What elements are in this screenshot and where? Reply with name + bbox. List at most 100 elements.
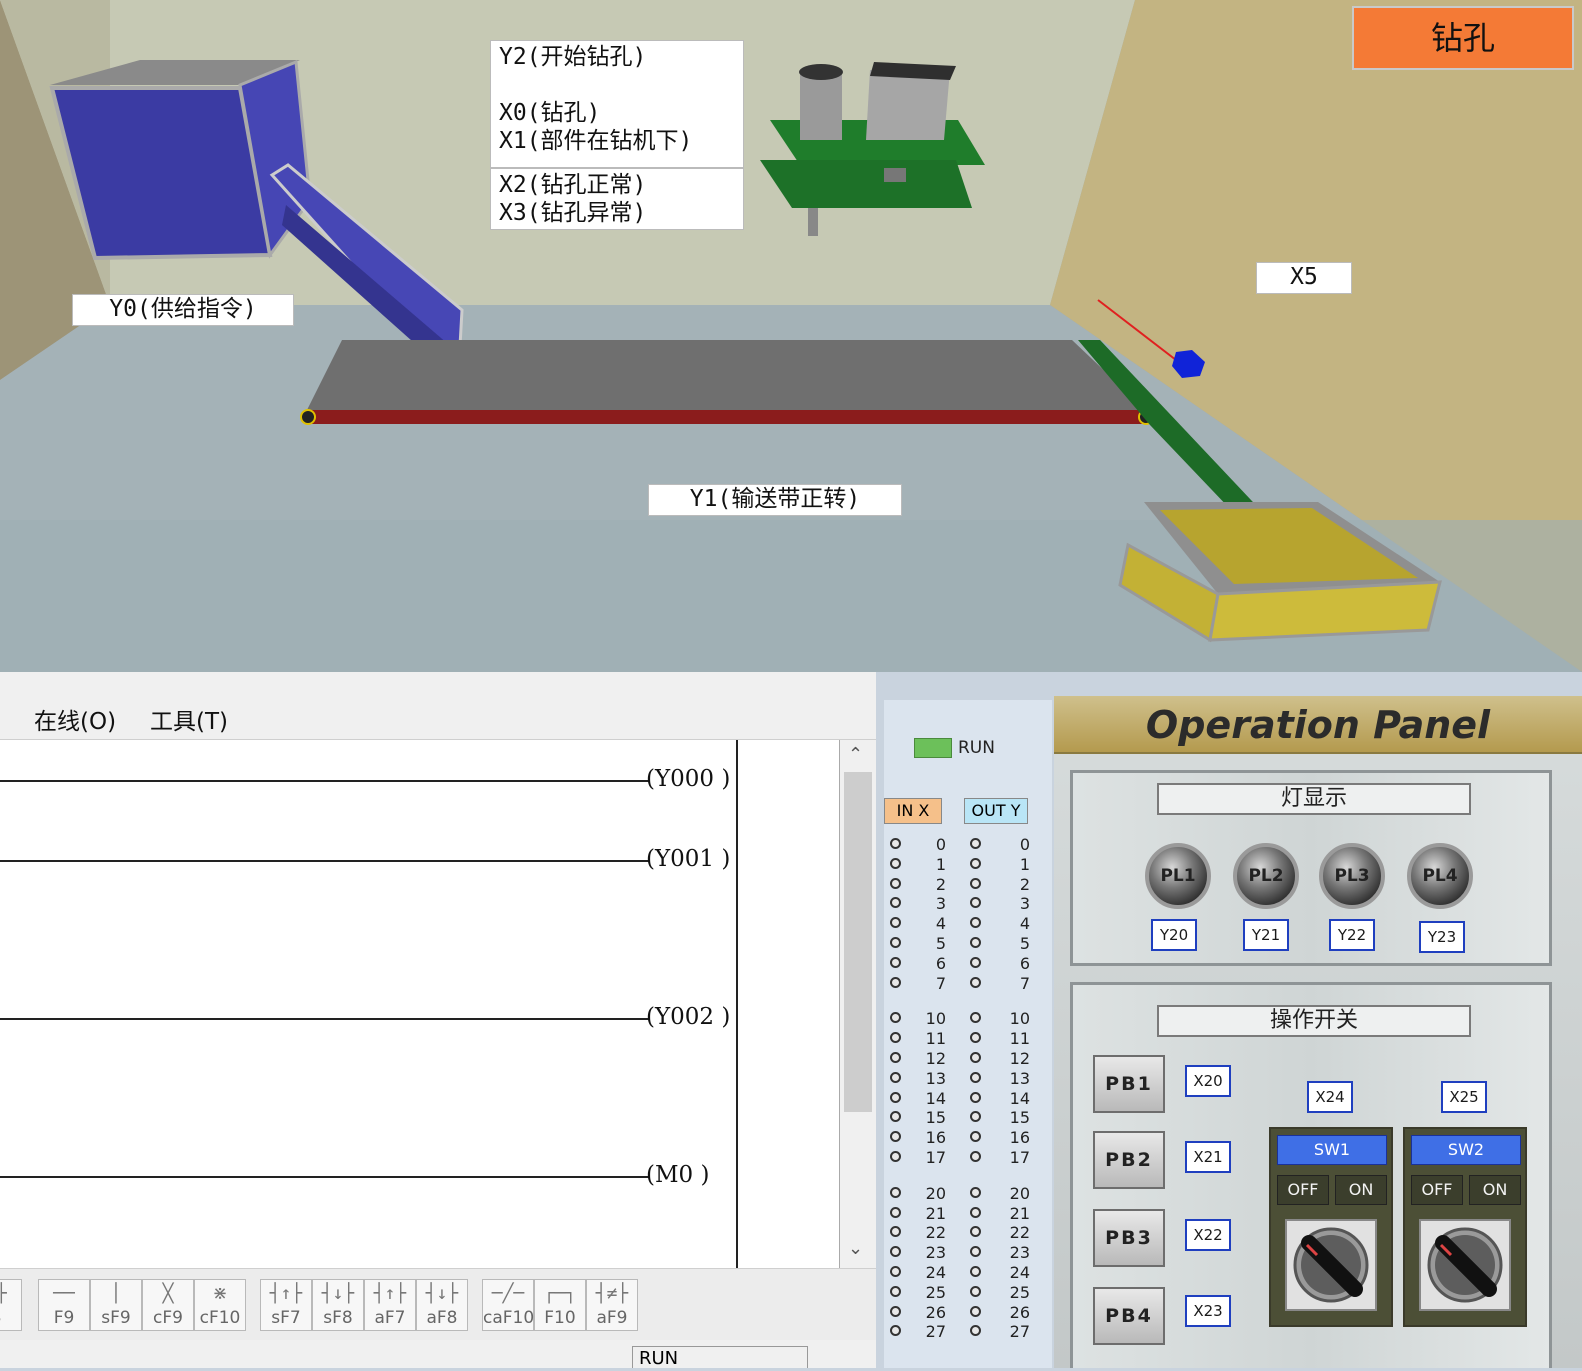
input-led <box>890 1111 901 1123</box>
input-led <box>890 1032 901 1044</box>
coil-y001[interactable]: (Y001 ) <box>646 846 730 872</box>
pb3-address: X22 <box>1185 1219 1231 1251</box>
output-led <box>970 937 981 948</box>
fkey-button[interactable]: ┌─┐ F10 <box>534 1279 586 1331</box>
output-number: 7 <box>1019 973 1030 993</box>
input-number: 17 <box>925 1148 946 1167</box>
label-x1: X1(部件在钻机下) <box>499 128 693 154</box>
input-number: 26 <box>925 1302 946 1322</box>
output-led <box>970 1151 981 1162</box>
output-number: 17 <box>1009 1148 1030 1167</box>
input-number: 21 <box>925 1203 946 1223</box>
input-led <box>890 877 901 889</box>
switch-group: 操作开关 PB1 X20 PB2 X21 PB3 X22 PB4 X23 X24… <box>1070 982 1552 1368</box>
sw2-off[interactable]: OFF <box>1411 1175 1463 1205</box>
sw1-off[interactable]: OFF <box>1277 1175 1329 1205</box>
output-number: 22 <box>1009 1223 1030 1243</box>
input-number: 10 <box>925 1009 946 1029</box>
fkey-button[interactable]: ─╱─ caF10 <box>482 1279 534 1331</box>
output-led <box>970 1246 981 1258</box>
output-number: 25 <box>1009 1282 1030 1302</box>
fkey-button[interactable]: ┤↑├ sF7 <box>260 1279 312 1331</box>
sw1-label: SW1 <box>1277 1135 1387 1165</box>
output-number: 26 <box>1009 1302 1030 1322</box>
fkey-button[interactable]: │ sF9 <box>90 1279 142 1331</box>
coil-y002[interactable]: (Y002 ) <box>646 1004 730 1030</box>
input-number: 20 <box>925 1183 946 1203</box>
sw1-on[interactable]: ON <box>1335 1175 1387 1205</box>
label-x2: X2(钻孔正常) <box>499 172 647 198</box>
pb3-button[interactable]: PB3 <box>1093 1209 1165 1267</box>
right-power-rail <box>736 740 738 1268</box>
menu-tools[interactable]: 工具(T) <box>150 702 228 736</box>
lamp-pl3: PL3 <box>1319 843 1385 909</box>
input-led <box>890 956 901 968</box>
sw2-knob-icon[interactable] <box>1419 1219 1511 1311</box>
io-monitor: RUN IN X OUT Y 0 0 1 1 2 2 3 3 4 4 5 5 6 6 7 7 10 10 11 11 1… <box>884 700 1052 1368</box>
fkey-button[interactable]: ┤↓├ sF8 <box>312 1279 364 1331</box>
scroll-up-icon[interactable]: ⌃ <box>848 744 863 765</box>
pb1-button[interactable]: PB1 <box>1093 1055 1165 1113</box>
output-number: 11 <box>1009 1029 1030 1049</box>
fkey-button[interactable]: ┤↑├ aF7 <box>364 1279 416 1331</box>
conveyor-belt <box>305 340 1150 414</box>
input-number: 15 <box>925 1108 946 1128</box>
coil-y000[interactable]: (Y000 ) <box>646 766 730 792</box>
scrollbar-thumb[interactable] <box>844 772 872 1112</box>
input-number: 7 <box>935 973 946 993</box>
input-number: 11 <box>925 1029 946 1049</box>
output-number: 20 <box>1009 1183 1030 1203</box>
status-bar: RUN <box>0 1340 876 1369</box>
fkey-button[interactable]: ── F9 <box>38 1279 90 1331</box>
output-led <box>970 1131 981 1143</box>
output-led <box>970 1186 981 1198</box>
output-number: 24 <box>1009 1263 1030 1282</box>
fkey-button[interactable]: ┤≠├ aF9 <box>586 1279 638 1331</box>
scroll-down-icon[interactable]: ⌄ <box>848 1238 863 1259</box>
input-led <box>890 1012 901 1024</box>
rung-line <box>0 1018 650 1020</box>
output-number: 5 <box>1019 934 1030 953</box>
pb1-address: X20 <box>1185 1065 1231 1097</box>
label-y0: Y0(供给指令) <box>72 294 294 326</box>
output-led <box>970 838 981 849</box>
scene-graphics <box>0 0 1582 672</box>
input-number: 22 <box>925 1223 946 1243</box>
coil-m0[interactable]: (M0 ) <box>646 1162 709 1188</box>
output-number: 15 <box>1009 1108 1030 1128</box>
fkey-button[interactable]: ╳ cF9 <box>142 1279 194 1331</box>
output-number: 4 <box>1019 914 1030 934</box>
sw2-label: SW2 <box>1411 1135 1521 1165</box>
label-x3: X3(钻孔异常) <box>499 200 647 226</box>
menu-online[interactable]: 在线(O) <box>34 702 116 736</box>
output-led <box>970 877 981 889</box>
drill-motor <box>800 70 842 140</box>
ladder-canvas[interactable]: (Y000 ) (Y001 ) (Y002 ) (M0 ) <box>0 740 840 1268</box>
function-key-toolbar: ┤├8 ──F9 │sF9 ╳cF9 ⋇cF10 ┤↑├sF7 ┤↓├sF8 ┤… <box>0 1268 876 1340</box>
output-led <box>970 1012 981 1024</box>
lamp-address: Y21 <box>1243 919 1289 951</box>
in-x-header: IN X <box>884 798 942 824</box>
run-indicator <box>914 738 952 758</box>
sw2-selector[interactable]: SW2 OFF ON <box>1403 1127 1527 1327</box>
input-led <box>890 1186 901 1198</box>
input-led <box>890 1285 901 1297</box>
sw2-on[interactable]: ON <box>1469 1175 1521 1205</box>
input-led <box>890 897 901 909</box>
operation-panel: Operation Panel 灯显示 PL1 PL2 PL3 PL4 Y20 … <box>1054 696 1582 1368</box>
output-led <box>970 1226 981 1238</box>
fkey-button[interactable]: ┤├8 <box>0 1279 22 1331</box>
pb2-button[interactable]: PB2 <box>1093 1131 1165 1189</box>
input-led <box>890 1246 901 1258</box>
fkey-button[interactable]: ┤↓├ aF8 <box>416 1279 468 1331</box>
sw1-knob-icon[interactable] <box>1285 1219 1377 1311</box>
input-number: 12 <box>925 1049 946 1068</box>
drill-head <box>866 70 950 140</box>
sw1-selector[interactable]: SW1 OFF ON <box>1269 1127 1393 1327</box>
fkey-button[interactable]: ⋇ cF10 <box>194 1279 246 1331</box>
input-led <box>890 976 901 988</box>
run-label: RUN <box>958 738 995 758</box>
input-number: 23 <box>925 1243 946 1263</box>
pb4-button[interactable]: PB4 <box>1093 1287 1165 1345</box>
simulation-scene: Y2(开始钻孔) X0(钻孔) X1(部件在钻机下) X2(钻孔正常) X3(钻… <box>0 0 1582 672</box>
